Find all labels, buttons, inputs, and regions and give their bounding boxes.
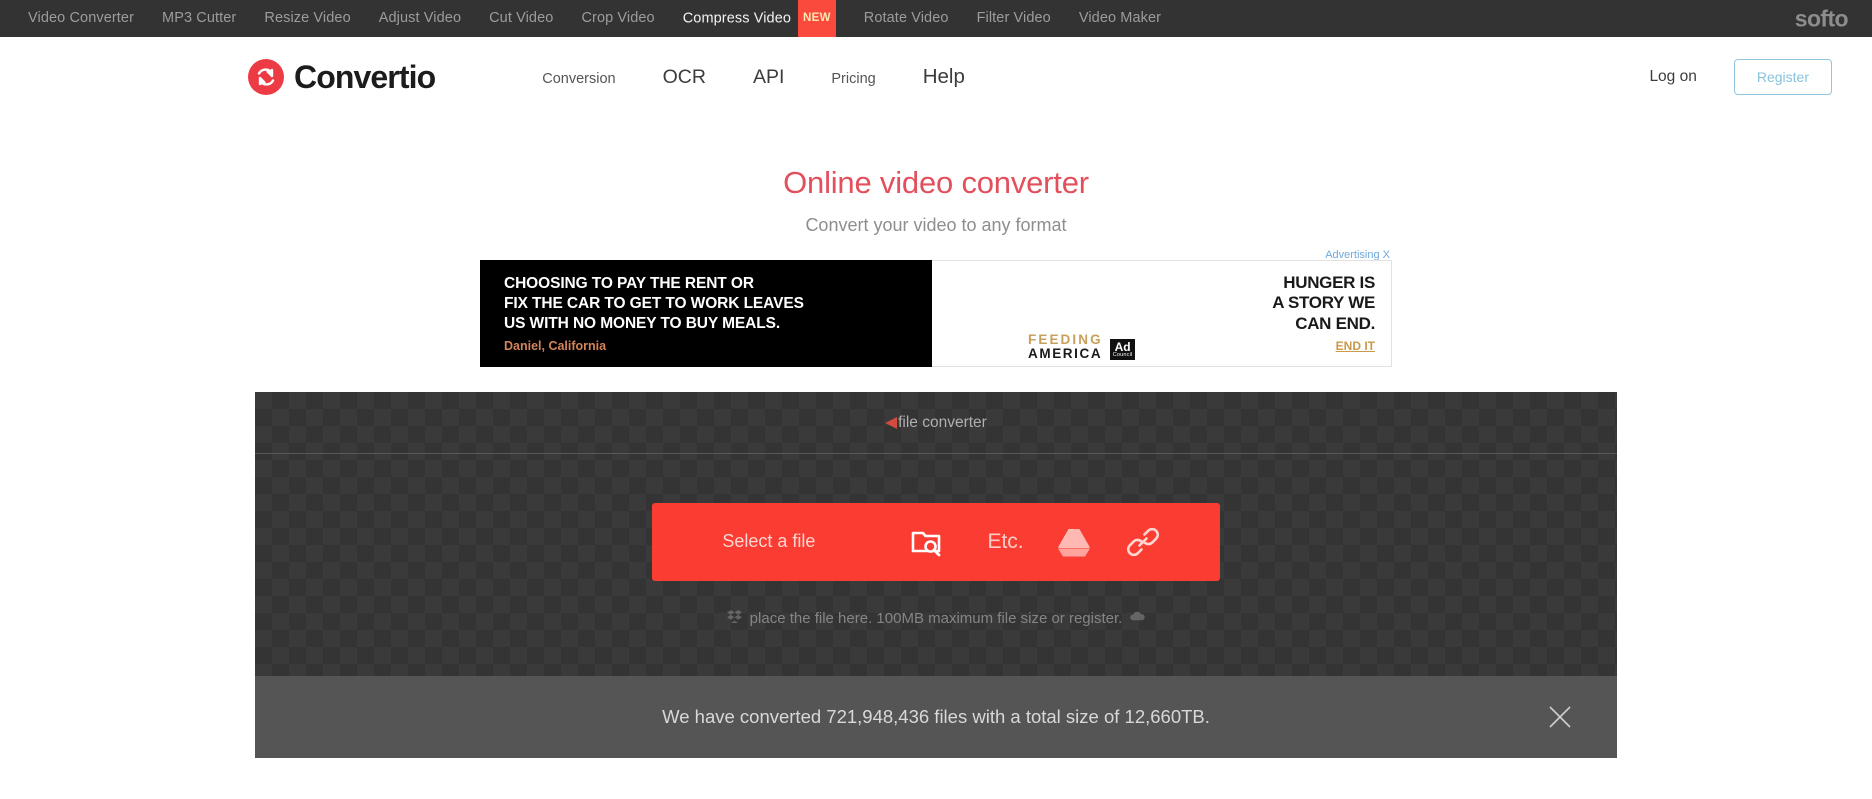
top-link-filter-video[interactable]: Filter Video [963, 0, 1065, 37]
top-link-label: Rotate Video [863, 10, 949, 26]
top-link-resize-video[interactable]: Resize Video [250, 0, 364, 37]
status-bar: We have converted 721,948,436 files with… [255, 676, 1617, 758]
top-link-adjust-video[interactable]: Adjust Video [365, 0, 475, 37]
top-link-label: Cut Video [489, 10, 554, 26]
top-link-label: Compress Video [682, 10, 792, 27]
ad-council-logo: Ad Council [1109, 338, 1136, 360]
ad-headline-line-3: US WITH NO MONEY TO BUY MEALS. [504, 314, 781, 332]
new-badge: NEW [798, 0, 836, 39]
ad-headline-line-2: FIX THE CAR TO GET TO WORK LEAVES [504, 294, 804, 312]
top-link-video-maker[interactable]: Video Maker [1065, 0, 1175, 37]
top-link-crop-video[interactable]: Crop Video [567, 0, 668, 37]
ad-council-top: Ad [1114, 339, 1131, 354]
register-button[interactable]: Register [1733, 59, 1832, 95]
convertio-logo[interactable]: Convertio [248, 58, 436, 96]
onedrive-icon [1130, 609, 1146, 628]
nav-item-conversion[interactable]: Conversion [542, 71, 615, 87]
feeding-america-logo: FEEDING AMERICA [1028, 333, 1103, 360]
feeding-america-line-1: FEEDING [1028, 332, 1103, 347]
nav-item-ocr[interactable]: OCR [663, 66, 706, 89]
ad-right-panel: HUNGER IS A STORY WE CAN END. END IT FEE… [932, 260, 1392, 367]
top-link-label: Crop Video [581, 10, 655, 26]
ad-right-line-2: A STORY WE [1272, 293, 1375, 313]
top-link-cut-video[interactable]: Cut Video [475, 0, 567, 37]
dropzone-body: Select a file Etc. place the file here. … [255, 454, 1617, 676]
top-link-label: Adjust Video [378, 10, 462, 26]
file-converter-label: file converter [898, 414, 987, 431]
ad-cta-link[interactable]: END IT [1272, 339, 1375, 353]
file-dropzone[interactable]: ◀file converter Select a file Etc. place… [255, 392, 1617, 676]
feeding-america-line-2: AMERICA [1028, 345, 1103, 361]
ad-headline-line-1: CHOOSING TO PAY THE RENT OR [504, 275, 754, 292]
top-link-video-converter[interactable]: Video Converter [14, 0, 148, 37]
file-converter-link[interactable]: ◀file converter [885, 413, 987, 432]
main-navigation: Conversion OCR API Pricing Help [542, 65, 965, 89]
top-link-label: Resize Video [264, 10, 351, 26]
hero-section: Online video converter Convert your vide… [0, 117, 1872, 236]
ad-left-panel: CHOOSING TO PAY THE RENT OR FIX THE CAR … [480, 260, 932, 367]
url-link-icon[interactable] [1126, 525, 1160, 559]
top-link-compress-video[interactable]: Compress Video NEW [669, 0, 850, 39]
select-a-file-label: Select a file [722, 531, 816, 551]
ad-right-line-3: CAN END. [1295, 313, 1375, 333]
header-account-actions: Log on Register [1649, 59, 1832, 95]
softo-logo[interactable]: softo [1795, 5, 1849, 32]
close-icon[interactable] [1547, 704, 1573, 730]
convertio-circular-arrows-icon [248, 59, 284, 95]
nav-item-help[interactable]: Help [923, 65, 965, 89]
google-drive-icon[interactable] [1056, 524, 1092, 560]
folder-search-icon[interactable] [907, 523, 945, 561]
top-link-label: Filter Video [976, 10, 1051, 26]
page-subtitle: Convert your video to any format [805, 215, 1067, 235]
ad-right-line-1: HUNGER IS [1283, 273, 1375, 292]
advertisement-banner[interactable]: CHOOSING TO PAY THE RENT OR FIX THE CAR … [480, 260, 1392, 367]
top-link-label: Video Maker [1078, 10, 1162, 26]
top-link-label: MP3 Cutter [162, 10, 237, 26]
nav-item-api[interactable]: API [753, 66, 784, 89]
top-link-rotate-video[interactable]: Rotate Video [850, 0, 963, 37]
top-link-label: Video Converter [28, 10, 135, 26]
ad-attribution: Daniel, California [504, 339, 607, 354]
file-dropzone-container: ◀file converter Select a file Etc. place… [255, 392, 1617, 758]
ad-right-copy: HUNGER IS A STORY WE CAN END. END IT [1272, 273, 1375, 353]
dropzone-hint-text: place the file here. 100MB maximum file … [749, 609, 1123, 627]
left-arrow-icon: ◀ [885, 414, 898, 431]
nav-item-pricing[interactable]: Pricing [831, 71, 875, 87]
convertio-wordmark: Convertio [294, 58, 436, 95]
dropbox-icon [726, 609, 742, 628]
site-header: Convertio Conversion OCR API Pricing Hel… [0, 37, 1872, 117]
dropzone-hint: place the file here. 100MB maximum file … [719, 609, 1154, 628]
advertisement-container: Advertising X CHOOSING TO PAY THE RENT O… [480, 249, 1392, 367]
etc-label[interactable]: Etc. [987, 530, 1023, 554]
conversion-stats-text: We have converted 721,948,436 files with… [662, 706, 1210, 727]
page-title: Online video converter [783, 165, 1089, 200]
log-on-link[interactable]: Log on [1649, 68, 1696, 86]
dropzone-header: ◀file converter [255, 392, 1617, 454]
ad-council-bottom: Council [1112, 351, 1133, 358]
ad-sponsor-logos: FEEDING AMERICA Ad Council [1028, 333, 1136, 360]
top-utility-bar: Video Converter MP3 Cutter Resize Video … [0, 0, 1872, 39]
top-link-mp3-cutter[interactable]: MP3 Cutter [148, 0, 250, 37]
select-a-file-bar[interactable]: Select a file Etc. [652, 502, 1220, 581]
